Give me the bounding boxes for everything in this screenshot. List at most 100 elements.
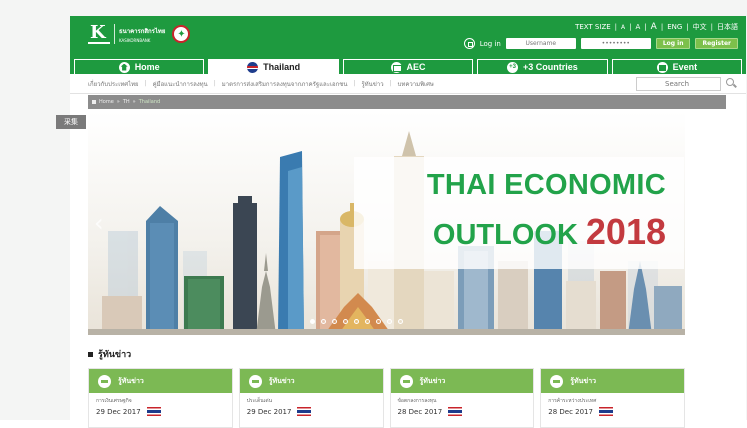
news-cards: รู้ทันข่าว การเงินเศรษฐกิจ 29 Dec 2017 ร… [88,368,685,428]
lang-japanese[interactable]: 日本語 [717,22,738,32]
tab-label: AEC [406,62,426,72]
card-title: รู้ทันข่าว [118,376,144,385]
slide-dot[interactable] [343,319,348,324]
headline-year: 2018 [585,211,666,252]
text-size-large[interactable]: A [651,22,657,32]
slide-dot[interactable] [332,319,337,324]
side-tag[interactable]: 采集 [56,115,86,129]
text-size-small[interactable]: A [621,24,625,31]
subnav-item-news[interactable]: รู้ทันข่าว [361,79,383,89]
login-bar: Log in Log in Register [463,38,738,49]
card-header: รู้ทันข่าว [239,369,383,393]
tab-label: Thailand [263,62,301,72]
card-date: 29 Dec 2017 [96,407,141,416]
section-title-text: รู้ทันข่าว [98,350,132,360]
card-subtitle: การเงินเศรษฐกิจ [96,398,132,404]
password-input[interactable] [580,38,651,49]
card-date: 29 Dec 2017 [246,407,292,416]
search-input[interactable] [636,77,721,91]
news-icon [248,374,262,388]
headline-line-2: OUTLOOK 2018 [433,211,666,253]
slide-dot[interactable] [398,319,403,324]
bank-seal-icon: ✦ [172,25,191,43]
login-button[interactable]: Log in [655,38,691,49]
text-size-label: TEXT SIZE [575,23,611,31]
tab-home[interactable]: Home [74,59,205,74]
slide-dot[interactable] [310,319,315,324]
prev-slide-icon[interactable]: ‹ [94,209,104,237]
tab-label: Event [672,62,698,72]
main-tabs: Home Thailand AEC +3 +3 Countries Event [70,57,746,74]
card-subtitle: ข้อตกลงการลงทุน [397,398,437,404]
slide-dot[interactable] [354,319,359,324]
card-header: รู้ทันข่าว [390,369,534,393]
news-card[interactable]: รู้ทันข่าว ประเด็นเด่น 29 Dec 2017 [238,368,384,428]
subnav-item-about-thailand[interactable]: เกี่ยวกับประเทศไทย [88,79,139,89]
text-size-medium[interactable]: A [636,23,641,31]
register-button[interactable]: Register [695,38,738,49]
thai-flag-icon [297,407,312,416]
tab-label: +3 Countries [523,62,578,72]
top-header: K ธนาคารกสิกรไทย KASIKORNBANK ✦ TEXT SIZ… [70,16,746,57]
card-title: รู้ทันข่าว [419,376,446,385]
slide-dot[interactable] [321,319,326,324]
subnav-item-investment-guide[interactable]: คู่มือแนะนำการลงทุน [153,79,208,89]
slide-dot[interactable] [387,319,392,324]
breadcrumb-thailand: Thailand [138,99,161,105]
news-icon [550,374,564,388]
search-icon[interactable] [726,78,734,86]
lang-eng[interactable]: ENG [667,23,682,31]
square-bullet-icon [88,351,93,357]
lang-chinese[interactable]: 中文 [693,22,707,32]
card-header: รู้ทันข่าว [89,369,232,393]
tab-event[interactable]: Event [611,59,743,74]
card-header: รู้ทันข่าว [541,369,684,393]
breadcrumb-home[interactable]: Home [99,99,114,105]
headline-outlook: OUTLOOK [432,219,578,251]
card-subtitle: ประเด็นเด่น [246,398,273,404]
slide-dot[interactable] [365,319,370,324]
tab-plus-three-countries[interactable]: +3 +3 Countries [477,59,608,74]
thai-flag-icon [146,407,161,416]
login-label: Log in [479,39,501,48]
card-date: 28 Dec 2017 [548,407,593,416]
slide-indicators [310,319,403,324]
home-icon [92,100,96,104]
hero-banner[interactable]: THAI ECONOMIC OUTLOOK 2018 ‹ [88,111,685,335]
kasikornbank-logo[interactable]: K ธนาคารกสิกรไทย KASIKORNBANK ✦ [88,24,191,44]
bank-name-thai: ธนาคารกสิกรไทย [119,27,166,35]
card-title: รู้ทันข่าว [570,376,597,385]
card-date-row: 28 Dec 2017 [541,405,684,416]
text-size-controls: TEXT SIZE | A | A | A | ENG | 中文 | 日本語 [575,22,738,32]
tab-label: Home [134,62,160,72]
username-input[interactable] [505,38,576,49]
lock-icon [463,38,475,49]
news-icon [98,374,111,388]
thai-flag-icon [598,407,613,416]
breadcrumb-th[interactable]: TH [123,99,130,105]
card-subtitle: การค้าระหว่างประเทศ [548,398,597,404]
subnav-item-promotion-measures[interactable]: มาตรการส่งเสริมการลงทุนจากภาครัฐและเอกชน [222,79,348,89]
card-date-row: 29 Dec 2017 [89,405,232,416]
logo-divider [114,24,115,44]
card-title: รู้ทันข่าว [268,376,295,385]
sub-navigation: เกี่ยวกับประเทศไทย | คู่มือแนะนำการลงทุน… [70,74,746,94]
card-date-row: 28 Dec 2017 [391,405,534,416]
logo-text: ธนาคารกสิกรไทย KASIKORNBANK [119,26,165,43]
card-date: 28 Dec 2017 [397,407,443,416]
k-logo-icon: K [88,24,110,44]
subnav-item-special-articles[interactable]: บทความพิเศษ [398,79,434,89]
home-icon [118,61,130,73]
news-card[interactable]: รู้ทันข่าว การค้าระหว่างประเทศ 28 Dec 20… [540,368,685,428]
news-card[interactable]: รู้ทันข่าว ข้อตกลงการลงทุน 28 Dec 2017 [389,368,535,428]
plus-three-icon: +3 [507,61,519,73]
slide-dot[interactable] [376,319,381,324]
tab-aec[interactable]: AEC [342,59,474,74]
news-card[interactable]: รู้ทันข่าว การเงินเศรษฐกิจ 29 Dec 2017 [88,368,233,428]
thai-flag-icon [247,61,259,73]
event-icon [656,61,668,73]
tab-thailand[interactable]: Thailand [208,59,339,74]
breadcrumb: Home » TH » Thailand [88,95,726,109]
news-icon [399,374,413,388]
headline-line-1: THAI ECONOMIC [426,169,666,201]
